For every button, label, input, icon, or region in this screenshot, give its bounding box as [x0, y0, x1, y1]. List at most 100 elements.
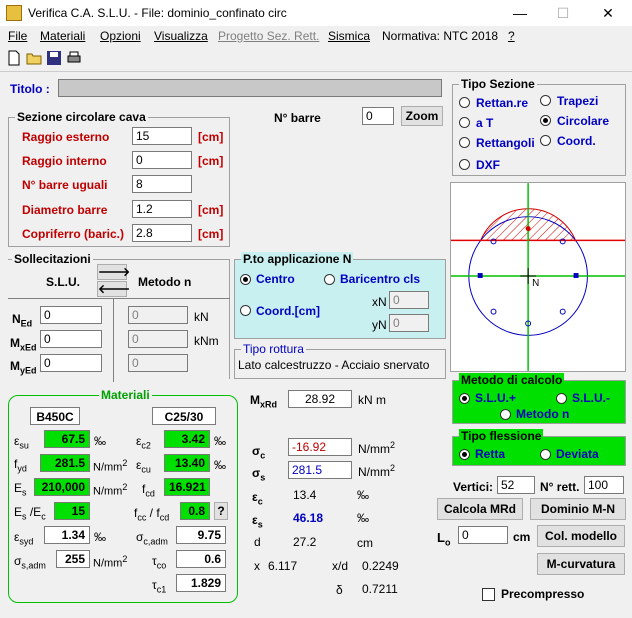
sc-unit: N/mm2	[358, 440, 396, 456]
raggio-esterno-input[interactable]: 15	[132, 127, 192, 145]
n-metodo-input[interactable]: 0	[128, 306, 188, 324]
delta-value: 0.7211	[362, 582, 398, 596]
label-centro: Centro	[256, 272, 295, 286]
radio-coord-cm[interactable]	[240, 305, 251, 316]
ecu-unit: ‰	[214, 458, 226, 472]
label-coord: Coord.	[557, 134, 596, 148]
col-modello-button[interactable]: Col. modello	[537, 525, 625, 547]
d-value: 27.2	[293, 535, 317, 549]
radio-a-t[interactable]	[459, 117, 470, 128]
copriferro-input[interactable]: 2.8	[132, 224, 192, 242]
xn-input[interactable]: 0	[389, 291, 429, 309]
vertici-input[interactable]: 52	[497, 476, 535, 494]
radio-metodo-n[interactable]	[500, 409, 511, 420]
menu-opzioni[interactable]: Opzioni	[100, 29, 141, 43]
yn-input[interactable]: 0	[389, 314, 429, 332]
diametro-input[interactable]: 1.2	[132, 200, 192, 218]
o-metodo-input[interactable]: 0	[128, 354, 188, 372]
es-res-value: 46.18	[293, 511, 324, 525]
precompresso-checkbox[interactable]	[482, 588, 495, 601]
section-diagram: N	[450, 182, 626, 372]
fyd-label: fyd	[14, 457, 27, 474]
menu-file[interactable]: File	[8, 29, 27, 43]
ss-unit: N/mm2	[358, 463, 396, 479]
label-retta: Retta	[475, 447, 506, 461]
tipo-sezione-title: Tipo Sezione	[459, 77, 537, 91]
menu-materiali[interactable]: Materiali	[40, 29, 85, 43]
nbarre-input[interactable]: 0	[362, 107, 394, 125]
esyd-unit: ‰	[94, 530, 106, 544]
menu-help[interactable]: ?	[508, 29, 515, 43]
arrow-left-button[interactable]: 🡐	[97, 281, 130, 297]
bar-1	[525, 226, 531, 232]
radio-rettangoli[interactable]	[459, 137, 470, 148]
lo-label: Lo	[437, 530, 451, 548]
arrow-right-button[interactable]: 🡒	[97, 264, 130, 280]
menu-normativa[interactable]: Normativa: NTC 2018	[382, 29, 498, 43]
mxed-input[interactable]: 0	[40, 330, 102, 348]
menu-bar: File Materiali Opzioni Visualizza Proget…	[0, 26, 632, 46]
calcola-mrd-button[interactable]: Calcola MRd	[437, 498, 523, 520]
acciaio-button[interactable]: B450C	[30, 407, 80, 425]
nrett-input[interactable]: 100	[584, 476, 624, 494]
radio-baricentro[interactable]	[324, 274, 335, 285]
titolo-label: Titolo :	[10, 82, 50, 96]
x-value: 6.117	[268, 559, 298, 573]
tco-value: 0.6	[176, 550, 226, 568]
radio-circolare[interactable]	[540, 115, 551, 126]
bar-4	[477, 273, 483, 278]
ned-input[interactable]: 0	[40, 306, 102, 324]
radio-deviata[interactable]	[540, 449, 551, 460]
barre-uguali-input[interactable]: 8	[132, 175, 192, 193]
menu-sismica[interactable]: Sismica	[328, 29, 370, 43]
ss-value: 281.5	[288, 461, 352, 479]
ecu-value: 13.40	[164, 454, 210, 472]
radio-slu-plus[interactable]	[459, 393, 470, 404]
titolo-input[interactable]	[58, 79, 442, 97]
es-unit: N/mm2	[93, 482, 128, 498]
ss-adm-value: 255	[56, 550, 90, 568]
materiali-group: Materiali	[8, 388, 238, 603]
lo-input[interactable]: 0	[458, 526, 508, 544]
zoom-button[interactable]: Zoom	[401, 106, 443, 126]
myed-input[interactable]: 0	[40, 354, 102, 372]
ec2-unit: ‰	[214, 434, 226, 448]
menu-visualizza[interactable]: Visualizza	[154, 29, 208, 43]
save-icon[interactable]	[46, 50, 62, 66]
tc1-label: τc1	[152, 578, 167, 595]
open-folder-icon[interactable]	[26, 50, 42, 66]
m-metodo-input[interactable]: 0	[128, 330, 188, 348]
ec-value: 13.4	[293, 488, 317, 502]
raggio-interno-input[interactable]: 0	[132, 151, 192, 169]
vertici-label: Vertici:	[453, 480, 494, 494]
label-rettangoli: Rettangoli	[476, 136, 535, 150]
m-curvatura-button[interactable]: M-curvatura	[537, 553, 625, 575]
minimize-button[interactable]: —	[500, 2, 540, 24]
sc-value: -16.92	[288, 438, 352, 456]
myed-label: MyEd	[10, 359, 37, 376]
sc-adm-label: σc,adm	[136, 530, 168, 547]
fcc-fcd-label: fcc / fcd	[134, 506, 170, 523]
help-button[interactable]: ?	[214, 502, 228, 520]
maximize-button[interactable]: ☐	[543, 2, 583, 24]
radio-rettangolare[interactable]	[459, 97, 470, 108]
close-button[interactable]: ✕	[588, 2, 628, 24]
menu-progetto[interactable]: Progetto Sez. Rett.	[218, 29, 319, 43]
pto-applicazione-title: P.to applicazione N	[241, 252, 354, 266]
diagram-n-label: N	[532, 278, 539, 289]
radio-dxf[interactable]	[459, 159, 470, 170]
radio-retta[interactable]	[459, 449, 470, 460]
radio-slu-minus[interactable]	[556, 393, 567, 404]
unit-knm: kNm	[194, 334, 219, 348]
bar-5	[573, 273, 579, 278]
radio-coord[interactable]	[540, 135, 551, 146]
label-slu-minus: S.L.U.-	[572, 391, 610, 405]
unit-kn: kN	[194, 310, 209, 324]
radio-trapezi[interactable]	[540, 95, 551, 106]
dominio-mn-button[interactable]: Dominio M-N	[530, 498, 626, 520]
radio-centro[interactable]	[240, 274, 251, 285]
print-icon[interactable]	[66, 50, 82, 66]
new-file-icon[interactable]	[6, 50, 22, 66]
esu-label: εsu	[14, 434, 29, 451]
cls-button[interactable]: C25/30	[152, 407, 216, 425]
